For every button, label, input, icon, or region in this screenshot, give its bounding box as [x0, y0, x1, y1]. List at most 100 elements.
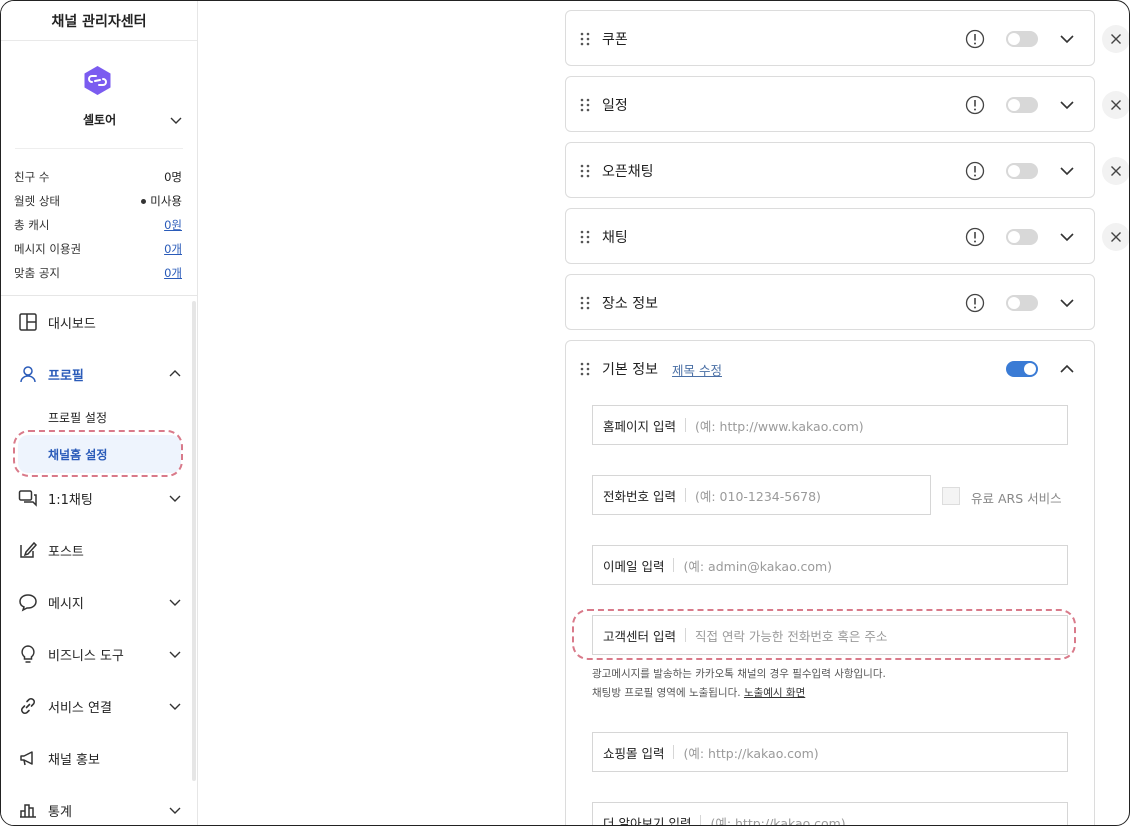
help-text: 채팅방 프로필 영역에 노출됩니다. 노출예시 화면	[592, 685, 805, 700]
field-label: 쇼핑몰 입력	[603, 745, 665, 761]
info-icon[interactable]	[965, 293, 985, 313]
info-icon[interactable]	[965, 161, 985, 181]
card-title: 일정	[602, 98, 628, 114]
nav-dashboard[interactable]: 대시보드	[1, 302, 191, 342]
stat-value-link[interactable]: 0개	[164, 265, 182, 281]
chevron-down-icon	[169, 495, 181, 502]
field-placeholder: (예: admin@kakao.com)	[683, 558, 833, 574]
drag-handle-icon[interactable]	[580, 296, 590, 310]
close-icon	[1111, 232, 1121, 242]
chevron-down-icon[interactable]	[1059, 295, 1075, 311]
nav-message[interactable]: 메시지	[1, 582, 191, 622]
drag-handle-icon[interactable]	[580, 230, 590, 244]
drag-handle-icon[interactable]	[580, 164, 590, 178]
divider	[673, 745, 675, 759]
chevron-down-icon[interactable]	[1059, 163, 1075, 179]
chevron-down-icon[interactable]	[1059, 31, 1075, 47]
chevron-down-icon[interactable]	[1059, 97, 1075, 113]
stat-cash: 총 캐시 0원	[14, 213, 182, 237]
visibility-toggle[interactable]	[1006, 163, 1038, 179]
drag-handle-icon[interactable]	[580, 32, 590, 46]
close-icon	[1111, 100, 1121, 110]
sidebar-scrollbar[interactable]	[192, 301, 196, 781]
stat-value-link[interactable]: 0원	[164, 217, 182, 233]
chevron-down-icon	[169, 599, 181, 606]
divider	[684, 418, 686, 432]
nav-label: 포스트	[48, 544, 84, 560]
nav-profile-settings[interactable]: 프로필 설정	[48, 409, 107, 426]
chevron-up-icon	[169, 370, 181, 377]
phone-field[interactable]: 전화번호 입력 (예: 010-1234-5678)	[592, 475, 931, 515]
visibility-toggle[interactable]	[1006, 229, 1038, 245]
field-label: 이메일 입력	[603, 558, 665, 574]
drag-handle-icon[interactable]	[580, 362, 590, 376]
chevron-down-icon[interactable]	[169, 113, 183, 127]
stat-label: 월렛 상태	[14, 194, 60, 208]
info-icon[interactable]	[965, 29, 985, 49]
help-text-line: 채팅방 프로필 영역에 노출됩니다.	[592, 687, 741, 699]
sidebar: 채널 관리자센터 셀토어 친구 수 0명 월렛 상태 미사용 총 캐시 0원 메…	[1, 1, 198, 825]
visibility-toggle[interactable]	[1006, 361, 1038, 377]
close-icon	[1111, 34, 1121, 44]
ars-checkbox[interactable]	[942, 487, 960, 505]
nav-label: 1:1채팅	[48, 492, 93, 508]
help-text: 광고메시지를 발송하는 카카오톡 채널의 경우 필수입력 사항입니다.	[592, 668, 886, 680]
nav-label: 메시지	[48, 596, 84, 612]
ars-checkbox-label[interactable]: 유료 ARS 서비스	[971, 488, 1062, 507]
highlight-annotation	[572, 609, 1076, 660]
stat-friends: 친구 수 0명	[14, 165, 182, 189]
divider	[1, 295, 198, 296]
sidebar-title: 채널 관리자센터	[1, 1, 197, 41]
card-title: 기본 정보	[602, 362, 658, 378]
nav-label: 서비스 연결	[48, 700, 112, 716]
nav-channel-promo[interactable]: 채널 홍보	[1, 738, 191, 778]
nav-service-link[interactable]: 서비스 연결	[1, 686, 191, 726]
stat-wallet: 월렛 상태 미사용	[14, 189, 182, 213]
remove-button[interactable]	[1102, 157, 1129, 185]
highlight-annotation	[13, 430, 183, 477]
channel-logo-icon[interactable]	[82, 65, 113, 96]
field-label: 전화번호 입력	[603, 488, 676, 504]
visibility-toggle[interactable]	[1006, 295, 1038, 311]
drag-handle-icon[interactable]	[580, 98, 590, 112]
shopping-mall-field[interactable]: 쇼핑몰 입력 (예: http://kakao.com)	[592, 732, 1068, 772]
info-icon[interactable]	[965, 227, 985, 247]
preview-example-link[interactable]: 노출예시 화면	[744, 687, 805, 699]
field-placeholder: (예: 010-1234-5678)	[694, 488, 821, 504]
nav-label: 통계	[48, 804, 72, 820]
remove-button[interactable]	[1102, 91, 1129, 119]
field-placeholder: (예: http://kakao.com)	[683, 745, 819, 761]
nav-chat[interactable]: 1:1채팅	[1, 478, 191, 518]
visibility-toggle[interactable]	[1006, 97, 1038, 113]
nav-stats[interactable]: 통계	[1, 790, 191, 825]
channel-stats: 친구 수 0명 월렛 상태 미사용 총 캐시 0원 메시지 이용권 0개 맞춤 …	[14, 165, 182, 285]
nav-post[interactable]: 포스트	[1, 530, 191, 570]
nav-biz-tools[interactable]: 비즈니스 도구	[1, 634, 191, 674]
field-placeholder: (예: http://kakao.com)	[710, 815, 846, 826]
card-title: 채팅	[602, 230, 628, 246]
chevron-up-icon[interactable]	[1059, 361, 1075, 377]
stat-value: 미사용	[150, 194, 182, 208]
stat-message-pass: 메시지 이용권 0개	[14, 237, 182, 261]
stat-value-link[interactable]: 0개	[164, 241, 182, 257]
remove-button[interactable]	[1102, 223, 1129, 251]
speech-bubble-icon	[19, 594, 37, 612]
remove-button[interactable]	[1102, 25, 1129, 53]
field-label: 홈페이지 입력	[603, 418, 676, 434]
nav-label: 대시보드	[48, 316, 96, 332]
stat-value: 0명	[164, 170, 182, 184]
card-title: 쿠폰	[602, 32, 628, 48]
info-icon[interactable]	[965, 95, 985, 115]
homepage-field[interactable]: 홈페이지 입력 (예: http://www.kakao.com)	[592, 405, 1068, 445]
learn-more-field[interactable]: 더 알아보기 입력 (예: http://kakao.com)	[592, 802, 1068, 826]
megaphone-icon	[20, 751, 33, 766]
card-title: 오픈채팅	[602, 164, 654, 180]
nav-profile[interactable]: 프로필	[1, 354, 191, 394]
status-dot-icon	[141, 199, 147, 204]
visibility-toggle[interactable]	[1006, 31, 1038, 47]
chevron-down-icon[interactable]	[1059, 229, 1075, 245]
divider	[684, 488, 686, 502]
dashboard-icon	[19, 313, 37, 331]
edit-title-link[interactable]: 제목 수정	[672, 360, 722, 379]
email-field[interactable]: 이메일 입력 (예: admin@kakao.com)	[592, 545, 1068, 585]
